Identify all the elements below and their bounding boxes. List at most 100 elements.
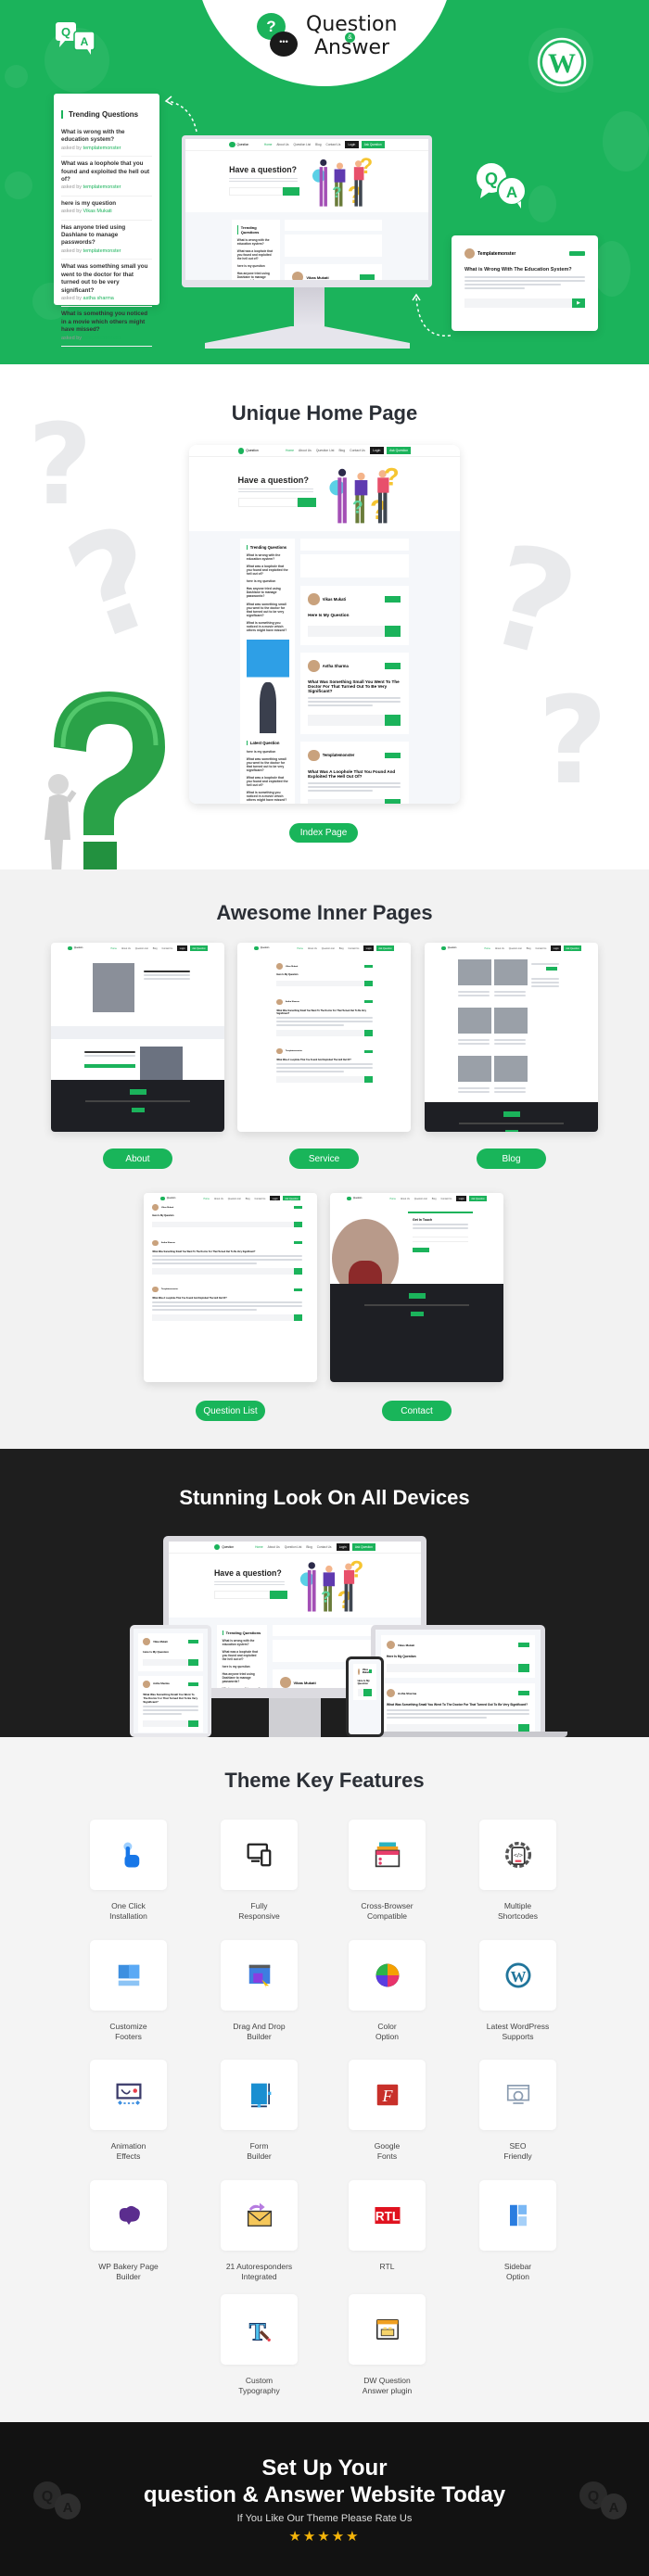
sidebar-question[interactable]: What was something small you went to the… <box>247 757 289 772</box>
post-title[interactable]: What Was Something Small You Went To The… <box>152 1250 301 1253</box>
nav-link[interactable]: About Us <box>401 1198 410 1200</box>
author-name[interactable]: Astha Sharma <box>323 664 349 668</box>
sidebar-question[interactable]: What is something you noticed in a movie… <box>247 621 289 632</box>
send-button[interactable] <box>293 1314 302 1322</box>
nav-link[interactable]: Contact Us <box>317 1545 332 1549</box>
nav-link[interactable]: Blog <box>306 1545 312 1549</box>
send-button[interactable] <box>188 1719 198 1728</box>
login-button[interactable]: Login <box>363 945 374 951</box>
blog-thumbnail[interactable] <box>458 959 491 985</box>
hero-search-input[interactable] <box>237 498 298 508</box>
nav-link[interactable]: Contact Us <box>349 947 360 950</box>
hero-search-input[interactable] <box>229 186 283 197</box>
feed-search-input[interactable] <box>272 1625 374 1636</box>
sidebar-question[interactable]: What was something small you went to the… <box>247 603 289 617</box>
nav-link[interactable]: Blog <box>339 947 344 950</box>
nav-link[interactable]: Blog <box>527 947 531 950</box>
author-name[interactable]: Vikas Mukati <box>294 1681 316 1685</box>
author-link[interactable]: astha sharma <box>83 296 114 301</box>
post-title[interactable]: What Was Something Small You Went To The… <box>143 1693 197 1704</box>
nav-link[interactable]: Question List <box>285 1545 302 1549</box>
send-button[interactable] <box>363 980 373 987</box>
nav-link[interactable]: Contact Us <box>326 143 341 146</box>
answer-input[interactable] <box>143 1719 189 1728</box>
nav-link[interactable]: Blog <box>153 947 158 950</box>
trending-question-item[interactable]: What is something you noticed in a movie… <box>61 307 152 347</box>
answer-input[interactable] <box>308 799 386 804</box>
post-title[interactable]: What Was A Loophole That You Found And E… <box>276 1059 372 1061</box>
answer-input[interactable] <box>152 1268 294 1275</box>
feed-filter-tabs[interactable] <box>299 554 409 578</box>
author-name[interactable]: Vikas Mukati <box>286 966 298 968</box>
nav-link[interactable]: Question List <box>316 449 335 452</box>
star-icon[interactable]: ★ <box>332 2529 346 2544</box>
mini-logo[interactable]: Question <box>347 1196 362 1201</box>
question-text[interactable]: Has anyone tried using Dashlane to manag… <box>61 224 152 247</box>
send-button[interactable]: ▶ <box>572 298 585 308</box>
answer-input[interactable] <box>152 1221 294 1228</box>
login-button[interactable]: Login <box>336 1542 350 1551</box>
sidebar-question[interactable]: What was a loophole that you found and e… <box>223 1650 261 1661</box>
question-text[interactable]: What was a loophole that you found and e… <box>61 160 152 184</box>
mini-logo[interactable]: Question <box>254 945 269 951</box>
post-title[interactable]: What Was Something Small You Went To The… <box>308 679 401 693</box>
nav-link[interactable]: Contact Us <box>350 449 365 452</box>
post-title[interactable]: What Was Something Small You Went To The… <box>387 1703 529 1707</box>
email-field[interactable] <box>413 1237 468 1242</box>
sidebar-question[interactable]: What is something you noticed in a movie… <box>247 791 289 802</box>
send-button[interactable] <box>385 799 401 804</box>
author-name[interactable]: Templatemonster <box>286 1050 302 1052</box>
star-icon[interactable]: ★ <box>288 2529 302 2544</box>
post-title[interactable]: What Was A Loophole That You Found And E… <box>152 1297 301 1300</box>
post-title[interactable]: Here Is My Question <box>152 1214 301 1217</box>
sidebar-question[interactable]: here is my question <box>247 579 289 583</box>
nav-link[interactable]: Home <box>390 1198 396 1200</box>
send-button[interactable] <box>363 1076 373 1084</box>
answer-input[interactable] <box>308 625 386 638</box>
star-icon[interactable]: ★ <box>303 2529 317 2544</box>
hero-search-button[interactable] <box>269 1590 287 1600</box>
author-name[interactable]: Vikas Mukati <box>153 1641 168 1643</box>
author-name[interactable]: Templatemonster <box>323 753 355 757</box>
nav-link[interactable]: Home <box>286 449 294 452</box>
sidebar-question[interactable]: here is my question <box>223 1665 261 1669</box>
answer-input[interactable] <box>308 714 386 727</box>
nav-link[interactable]: Contact Us <box>441 1198 452 1200</box>
sidebar-question[interactable]: here is my question <box>247 750 289 754</box>
nav-link[interactable]: Blog <box>338 449 345 452</box>
nav-link[interactable]: Question List <box>509 947 522 950</box>
author-name[interactable]: Vikas Mukati <box>363 1669 370 1674</box>
blog-thumbnail[interactable] <box>458 1056 491 1082</box>
sidebar-question[interactable]: What is wrong with the education system? <box>237 238 274 246</box>
feed-filter-tabs[interactable] <box>285 235 383 257</box>
sidebar-question[interactable]: Has anyone tried using Dashlane to manag… <box>223 1672 261 1683</box>
inner-page-button-question-list[interactable]: Question List <box>196 1401 265 1421</box>
sidebar-question[interactable]: What was a loophole that you found and e… <box>247 776 289 787</box>
post-title[interactable]: Here Is My Question <box>358 1680 373 1685</box>
inner-page-button-contact[interactable]: Contact <box>382 1401 452 1421</box>
nav-link[interactable]: Home <box>255 1545 263 1549</box>
ask-question-button[interactable]: Ask Question <box>564 945 581 951</box>
index-page-button[interactable]: Index Page <box>289 823 358 843</box>
nav-link[interactable]: Blog <box>432 1198 437 1200</box>
nav-link[interactable]: Question List <box>322 947 335 950</box>
post-title[interactable]: Here Is My Question <box>308 613 401 617</box>
answer-input[interactable] <box>387 1664 518 1672</box>
rating-stars[interactable]: ★★★★★ <box>0 2528 649 2544</box>
trending-question-item[interactable]: Has anyone tried using Dashlane to manag… <box>61 221 152 260</box>
send-button[interactable] <box>385 714 401 727</box>
login-button[interactable]: Login <box>456 1196 466 1201</box>
nav-link[interactable]: Home <box>485 947 490 950</box>
author-name[interactable]: Astha Sharma <box>286 1001 299 1003</box>
login-button[interactable]: Login <box>345 140 359 148</box>
sidebar-question[interactable]: What was a loophole that you found and e… <box>237 249 274 260</box>
submit-button[interactable] <box>413 1248 429 1252</box>
nav-link[interactable]: Home <box>111 947 117 950</box>
author-name[interactable]: Vikas Mukati <box>323 597 346 602</box>
nav-link[interactable]: About Us <box>121 947 131 950</box>
nav-link[interactable]: Contact Us <box>536 947 547 950</box>
ask-question-button[interactable]: Ask Question <box>469 1196 487 1201</box>
ask-question-button[interactable]: Ask Question <box>361 140 385 148</box>
answer-input[interactable] <box>276 1030 364 1036</box>
trending-question-item[interactable]: What was something small you went to the… <box>61 260 152 308</box>
